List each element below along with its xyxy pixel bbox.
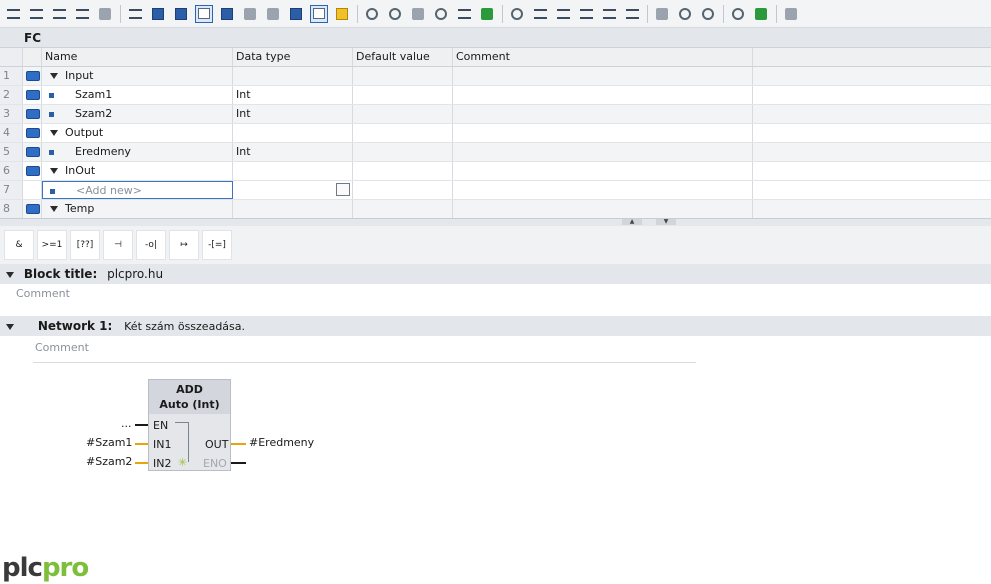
table-row[interactable]: 4 Output: [0, 124, 991, 143]
reset-icon[interactable]: [363, 5, 381, 23]
table-row[interactable]: 5 Eredmeny Int: [0, 143, 991, 162]
box-type[interactable]: Auto (Int): [149, 397, 230, 412]
collapse-icon[interactable]: [50, 168, 58, 174]
output-section-icon: [26, 128, 40, 138]
bookmark-icon[interactable]: [653, 5, 671, 23]
editor-toolbar: [0, 0, 991, 28]
align-icon[interactable]: [531, 5, 549, 23]
table-row[interactable]: 8 Temp: [0, 200, 991, 219]
prev-bookmark-icon[interactable]: [676, 5, 694, 23]
open-close-icon[interactable]: [96, 5, 114, 23]
and-box-button[interactable]: &: [4, 230, 34, 260]
glasses-icon[interactable]: [752, 5, 770, 23]
search-icon[interactable]: [729, 5, 747, 23]
in2-operand[interactable]: #Szam2: [86, 455, 132, 468]
splitter-down-icon[interactable]: ▼: [656, 219, 676, 225]
table-row[interactable]: 1 Input: [0, 67, 991, 86]
temp-section-icon: [26, 204, 40, 214]
prev-icon[interactable]: [508, 5, 526, 23]
favorites-icon[interactable]: [310, 4, 328, 23]
network-title-bar[interactable]: Network 1: Két szám összeadása.: [0, 316, 991, 336]
comments-icon[interactable]: [195, 4, 213, 23]
collapse-icon[interactable]: [50, 206, 58, 212]
next-icon[interactable]: [478, 5, 496, 23]
force-icon[interactable]: [409, 5, 427, 23]
split2-icon[interactable]: [600, 5, 618, 23]
split-icon[interactable]: [577, 5, 595, 23]
splitter-up-icon[interactable]: ▲: [622, 219, 642, 225]
pin-out: OUT: [205, 438, 229, 451]
pin-in1: IN1: [153, 438, 172, 451]
network-comment-field[interactable]: Comment: [33, 341, 696, 363]
abs-absolute-icon[interactable]: [149, 5, 167, 23]
pin-en: EN: [153, 419, 169, 432]
insert-input-icon[interactable]: [218, 5, 236, 23]
table-row[interactable]: 2 Szam1 Int: [0, 86, 991, 105]
input-var-icon: [26, 109, 40, 119]
block-title-value[interactable]: plcpro.hu: [107, 267, 163, 281]
sort-icon[interactable]: [554, 5, 572, 23]
insert-network-icon[interactable]: [4, 5, 22, 23]
table-header: Name Data type Default value Comment: [0, 48, 991, 67]
negate-button[interactable]: -o|: [136, 230, 166, 260]
block-title-bar[interactable]: Block title: plcpro.hu: [0, 264, 991, 284]
insert-row-icon[interactable]: [50, 5, 68, 23]
database-icon[interactable]: [782, 5, 800, 23]
var-bullet-icon: [49, 111, 54, 117]
assignment-button[interactable]: -[=]: [202, 230, 232, 260]
next-bookmark-icon[interactable]: [699, 5, 717, 23]
pin-in2: IN2: [153, 457, 172, 470]
navigation-icon[interactable]: [287, 5, 305, 23]
input-section-icon: [26, 71, 40, 81]
in1-operand[interactable]: #Szam1: [86, 436, 132, 449]
split3-icon[interactable]: [623, 5, 641, 23]
output-var-icon: [26, 147, 40, 157]
collapse-icon[interactable]: [50, 130, 58, 136]
insert-output-icon[interactable]: [264, 5, 282, 23]
goto-icon[interactable]: [455, 5, 473, 23]
col-name[interactable]: Name: [42, 48, 233, 66]
col-default[interactable]: Default value: [353, 48, 453, 66]
interface-title: FC: [0, 28, 991, 48]
add-input-icon[interactable]: ✳: [178, 456, 187, 469]
var-bullet-icon: [49, 92, 54, 98]
pane-splitter[interactable]: ▲ ▼: [0, 218, 991, 226]
add-row-icon[interactable]: [73, 5, 91, 23]
table-row[interactable]: 6 InOut: [0, 162, 991, 181]
block-comment-field[interactable]: Comment: [14, 287, 991, 303]
collapse-icon[interactable]: [50, 73, 58, 79]
insert-input2-icon[interactable]: [241, 5, 259, 23]
jump-button[interactable]: ↦: [169, 230, 199, 260]
col-type[interactable]: Data type: [233, 48, 353, 66]
network-view-icon[interactable]: [126, 5, 144, 23]
display-icon[interactable]: [386, 5, 404, 23]
monitor-icon[interactable]: [333, 5, 351, 23]
download-icon[interactable]: [432, 5, 450, 23]
datatype-picker-button[interactable]: [336, 183, 350, 196]
col-comment[interactable]: Comment: [453, 48, 753, 66]
plcpro-logo: plcpro: [2, 553, 89, 583]
input-var-icon: [26, 90, 40, 100]
network-title[interactable]: Két szám összeadása.: [124, 320, 245, 333]
instruction-palette: & >=1 [??] ⊣ -o| ↦ -[=]: [0, 226, 991, 264]
table-row-add-new[interactable]: 7 <Add new>: [0, 181, 991, 200]
empty-box-button[interactable]: [??]: [70, 230, 100, 260]
box-name: ADD: [176, 383, 203, 396]
symbolic-icon[interactable]: [172, 5, 190, 23]
out-operand[interactable]: #Eredmeny: [249, 436, 314, 449]
table-row[interactable]: 3 Szam2 Int: [0, 105, 991, 124]
pin-eno: ENO: [203, 457, 227, 470]
add-instruction-box[interactable]: ADD Auto (Int) EN IN1 IN2 OUT ENO ✳: [148, 379, 231, 471]
interface-table: Name Data type Default value Comment 1 I…: [0, 48, 991, 219]
inout-section-icon: [26, 166, 40, 176]
collapse-icon[interactable]: [6, 323, 14, 330]
collapse-icon[interactable]: [6, 271, 14, 278]
en-operand[interactable]: ...: [121, 417, 132, 430]
var-bullet-icon: [50, 188, 55, 194]
var-bullet-icon: [49, 149, 54, 155]
or-box-button[interactable]: >=1: [37, 230, 67, 260]
delete-network-icon[interactable]: [27, 5, 45, 23]
open-branch-button[interactable]: ⊣: [103, 230, 133, 260]
add-new-input[interactable]: <Add new>: [42, 181, 233, 199]
